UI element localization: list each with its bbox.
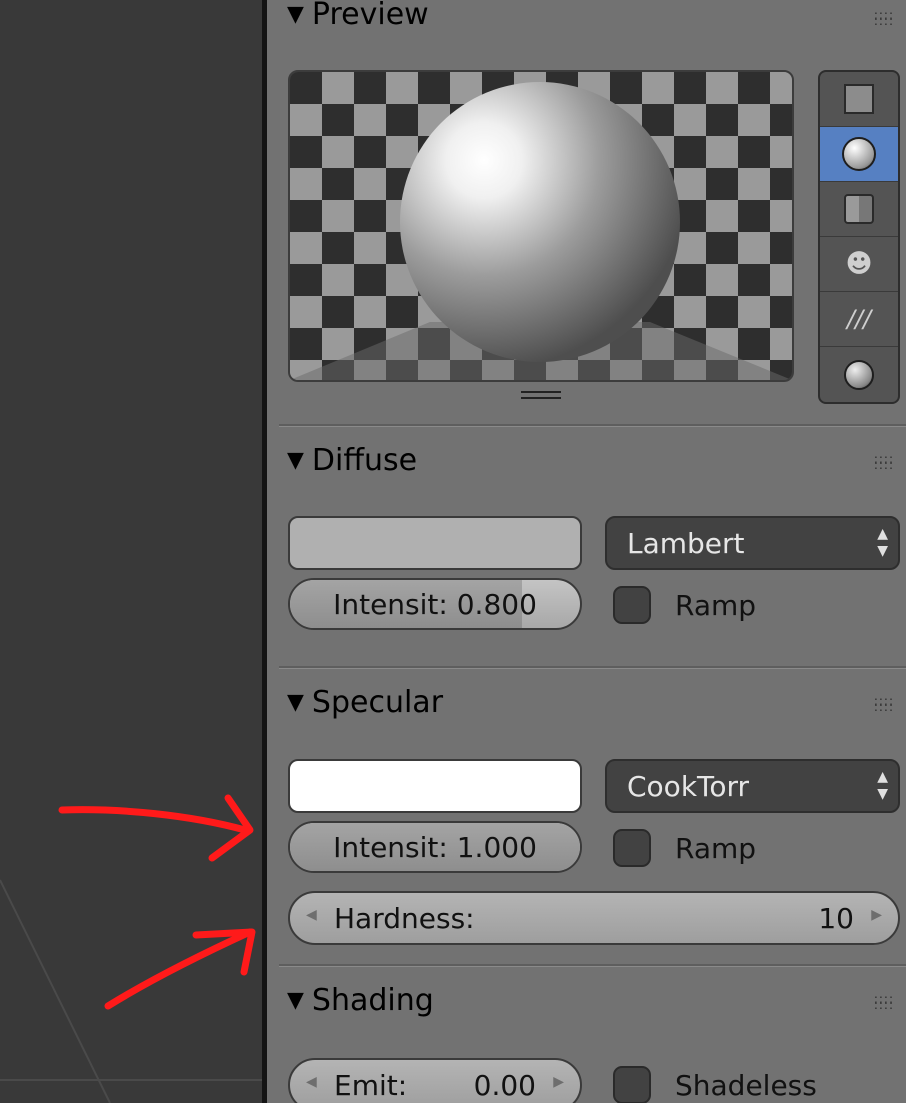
diffuse-shader-dropdown[interactable]: Lambert ▲ ▼ — [605, 516, 900, 570]
preview-type-selector: ☻ /// — [818, 70, 900, 404]
specular-shader-value: CookTorr — [627, 769, 750, 803]
diffuse-ramp-checkbox[interactable] — [613, 586, 651, 624]
annotation-arrow-hardness — [104, 928, 256, 1010]
shadeless-checkbox[interactable] — [613, 1066, 651, 1103]
preview-hair-button[interactable]: /// — [820, 292, 898, 347]
panel-separator — [279, 666, 906, 669]
diffuse-shader-value: Lambert — [627, 526, 745, 560]
preview-flat-button[interactable] — [820, 72, 898, 127]
specular-intensity-value: 1.000 — [456, 830, 537, 864]
increment-arrow-icon[interactable]: ▶ — [871, 907, 882, 923]
collapse-triangle-icon: ▼ — [287, 447, 304, 473]
shading-title: Shading — [311, 982, 434, 1018]
emit-field[interactable]: ◀ Emit: 0.00 ▶ — [288, 1058, 582, 1103]
collapse-triangle-icon: ▼ — [287, 987, 304, 1013]
diffuse-ramp-toggle[interactable]: Ramp — [613, 583, 756, 627]
diffuse-title: Diffuse — [311, 442, 418, 478]
shadeless-label: Shadeless — [675, 1068, 817, 1102]
increment-arrow-icon[interactable]: ▶ — [553, 1074, 564, 1090]
specular-intensity-label: Intensit: — [333, 830, 448, 864]
drag-grip-icon[interactable]: :::::::: — [874, 993, 894, 1011]
specular-hardness-field[interactable]: ◀ Hardness: 10 ▶ — [288, 891, 900, 945]
specular-ramp-label: Ramp — [675, 831, 757, 865]
grid-line — [0, 879, 111, 1103]
specular-color-swatch[interactable] — [288, 759, 582, 813]
diffuse-color-swatch[interactable] — [288, 516, 582, 570]
drag-grip-icon[interactable]: :::::::: — [874, 453, 894, 471]
preview-render — [290, 72, 792, 380]
preview-world-sphere-button[interactable] — [820, 347, 898, 402]
material-properties: ▼ Preview :::::::: ☻ /// ▼ Diffuse:::: … — [267, 0, 906, 1103]
preview-panel-header[interactable]: ▼ Preview — [287, 0, 429, 34]
flat-plane-icon — [844, 84, 874, 114]
diffuse-intensity-value: 0.800 — [456, 587, 537, 621]
drag-grip-icon[interactable]: :::::::: — [874, 695, 894, 713]
emit-value: 0.00 — [473, 1069, 536, 1102]
collapse-triangle-icon: ▼ — [287, 1, 304, 27]
sphere-icon — [842, 137, 876, 171]
specular-ramp-checkbox[interactable] — [613, 829, 651, 867]
preview-monkey-button[interactable]: ☻ — [820, 237, 898, 292]
specular-panel-header[interactable]: ▼ Specular — [287, 682, 443, 722]
hair-icon: /// — [846, 305, 872, 333]
decrement-arrow-icon[interactable]: ◀ — [306, 1074, 317, 1090]
diffuse-intensity-label: Intensit: — [333, 587, 448, 621]
annotation-arrow-intensity — [58, 794, 254, 862]
sphere-a-icon — [844, 359, 874, 390]
preview-resize-handle[interactable] — [521, 391, 561, 403]
monkey-icon: ☻ — [845, 249, 873, 279]
diffuse-panel-header[interactable]: ▼ Diffuse — [287, 440, 417, 480]
hardness-value: 10 — [818, 902, 854, 935]
dropdown-arrows-icon: ▲ ▼ — [877, 769, 888, 802]
material-preview — [288, 70, 794, 382]
specular-shader-dropdown[interactable]: CookTorr ▲ ▼ — [605, 759, 900, 813]
viewport-graphics — [0, 794, 262, 1103]
preview-cube-button[interactable] — [820, 182, 898, 237]
preview-sphere — [400, 82, 680, 362]
cube-icon — [844, 194, 874, 224]
specular-title: Specular — [311, 684, 444, 720]
diffuse-ramp-label: Ramp — [675, 588, 757, 622]
decrement-arrow-icon[interactable]: ◀ — [306, 907, 317, 923]
shadeless-toggle[interactable]: Shadeless — [613, 1063, 817, 1103]
preview-sphere-button[interactable] — [820, 127, 898, 182]
shading-panel-header[interactable]: ▼ Shading — [287, 980, 434, 1020]
specular-ramp-toggle[interactable]: Ramp — [613, 826, 756, 870]
diffuse-intensity-slider[interactable]: Intensit: 0.800 — [288, 578, 582, 630]
preview-title: Preview — [311, 0, 429, 32]
collapse-triangle-icon: ▼ — [287, 689, 304, 715]
emit-label: Emit: — [334, 1069, 408, 1102]
3d-viewport[interactable] — [0, 0, 262, 1103]
drag-grip-icon[interactable]: :::::::: — [874, 9, 894, 27]
hardness-label: Hardness: — [334, 902, 475, 935]
panel-separator — [279, 964, 906, 967]
specular-intensity-slider[interactable]: Intensit: 1.000 — [288, 821, 582, 873]
panel-separator — [279, 424, 906, 427]
dropdown-arrows-icon: ▲ ▼ — [877, 526, 888, 559]
